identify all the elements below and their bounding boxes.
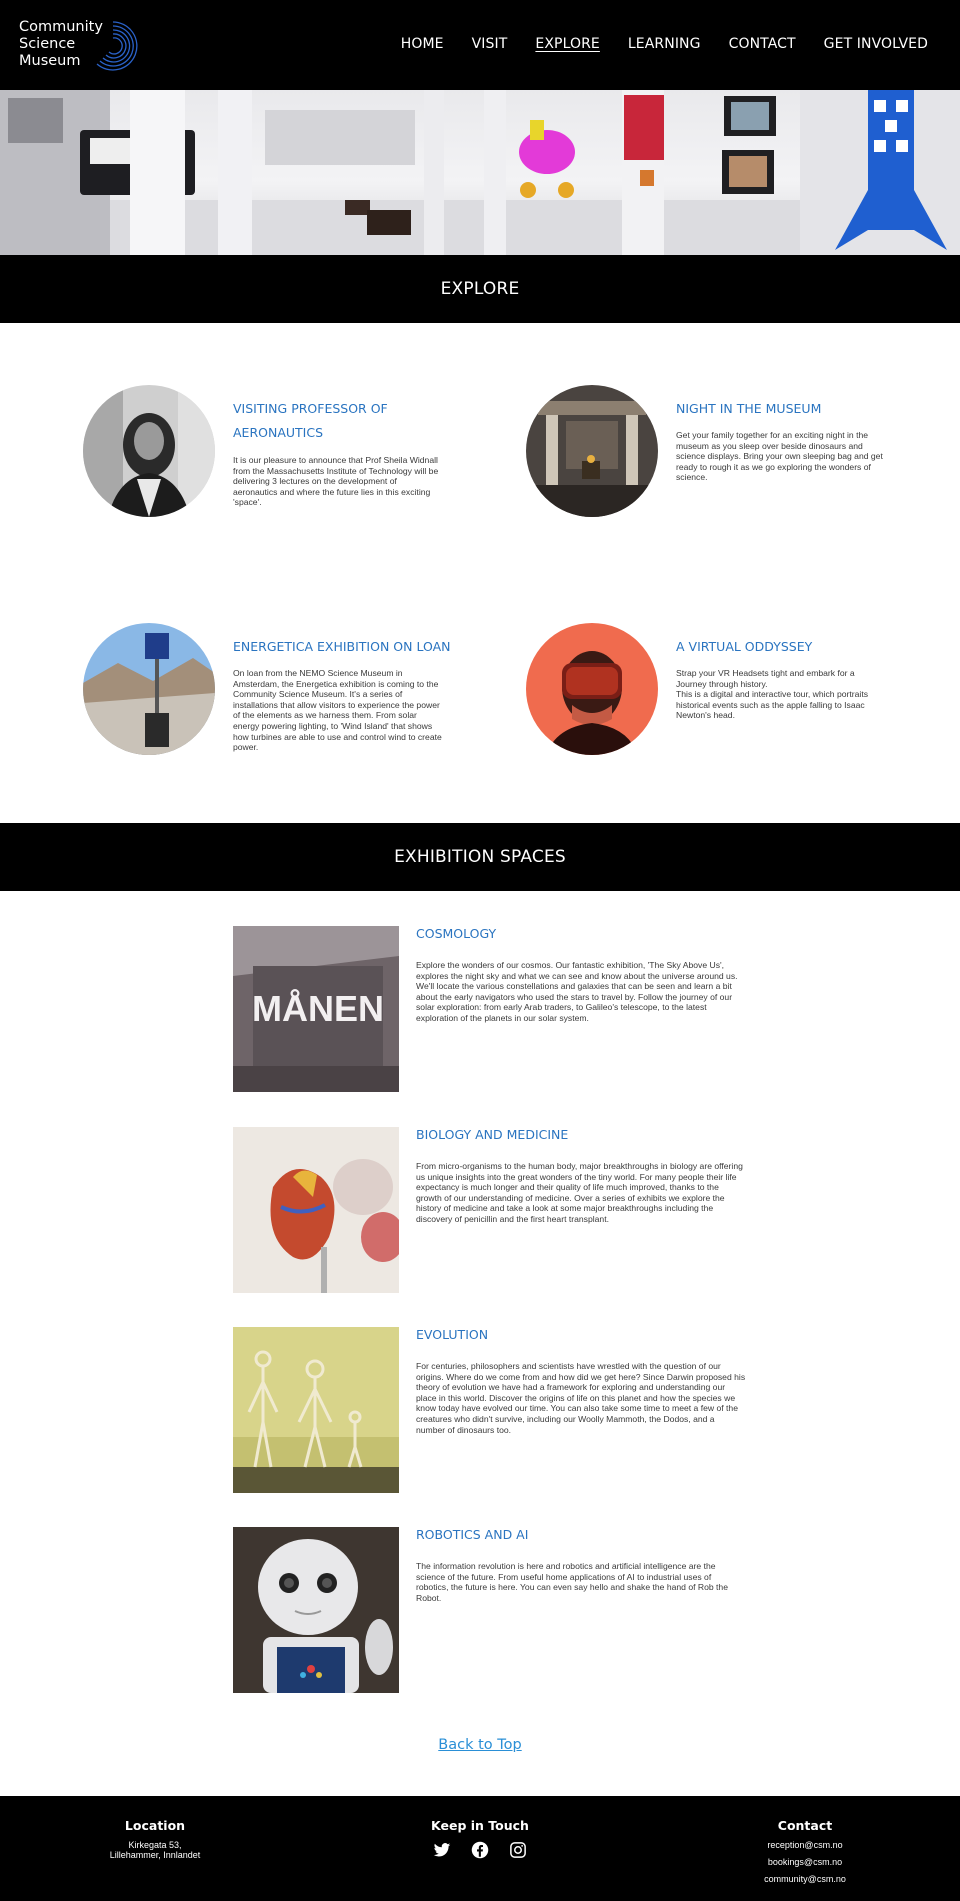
email-community-link[interactable]: community@csm.no bbox=[730, 1874, 880, 1884]
address-line-1: Kirkegata 53, bbox=[128, 1840, 182, 1850]
footer-contact: Contact reception@csm.no bookings@csm.no… bbox=[730, 1818, 880, 1884]
exhibit-cosmology[interactable]: MÅNEN COSMOLOGY Explore the wonders of o… bbox=[233, 926, 753, 1092]
event-card-virtual-odyssey[interactable]: A VIRTUAL ODDYSSEY Strap your VR Headset… bbox=[526, 623, 926, 763]
manen-sign-text: MÅNEN bbox=[252, 988, 384, 1029]
footer-location: Location Kirkegata 53, Lillehammer, Innl… bbox=[80, 1818, 230, 1860]
keep-in-touch-heading: Keep in Touch bbox=[431, 1818, 529, 1833]
hero-banner-image bbox=[0, 90, 960, 255]
exhibit-title[interactable]: BIOLOGY AND MEDICINE bbox=[416, 1127, 568, 1142]
address-text: Kirkegata 53, Lillehammer, Innlandet bbox=[80, 1840, 230, 1860]
exhibition-spaces-heading: EXHIBITION SPACES bbox=[394, 847, 566, 867]
address-line-2: Lillehammer, Innlandet bbox=[109, 1850, 201, 1860]
exhibit-title[interactable]: COSMOLOGY bbox=[416, 926, 496, 941]
event-title[interactable]: ENERGETICA EXHIBITION ON LOAN bbox=[233, 635, 453, 659]
event-title[interactable]: NIGHT IN THE MUSEUM bbox=[676, 397, 896, 421]
exhibition-spaces-header: EXHIBITION SPACES bbox=[0, 823, 960, 891]
exhibit-robotics-ai[interactable]: ROBOTICS AND AI The information revoluti… bbox=[233, 1527, 753, 1693]
event-description: Strap your VR Headsets tight and embark … bbox=[676, 668, 869, 721]
nav-home[interactable]: HOME bbox=[401, 36, 444, 52]
exhibit-title[interactable]: EVOLUTION bbox=[416, 1327, 488, 1342]
explore-heading: EXPLORE bbox=[440, 279, 520, 299]
solar-panel-image bbox=[83, 623, 215, 755]
skeletons-image bbox=[233, 1327, 399, 1493]
exhibit-description: For centuries, philosophers and scientis… bbox=[416, 1361, 746, 1435]
heart-model-image bbox=[233, 1127, 399, 1293]
museum-hall-image bbox=[526, 385, 658, 517]
nav-visit[interactable]: VISIT bbox=[472, 36, 508, 52]
footer-keep-in-touch: Keep in Touch bbox=[405, 1818, 555, 1859]
cosmology-image: MÅNEN bbox=[233, 926, 399, 1092]
event-title[interactable]: A VIRTUAL ODDYSSEY bbox=[676, 635, 896, 659]
contact-heading: Contact bbox=[777, 1818, 833, 1833]
vr-headset-image bbox=[526, 623, 658, 755]
nav-get-involved[interactable]: GET INVOLVED bbox=[824, 36, 928, 52]
site-header: Community Science Museum HOME VISIT EXPL… bbox=[0, 0, 960, 90]
exhibit-title[interactable]: ROBOTICS AND AI bbox=[416, 1527, 528, 1542]
professor-portrait-image bbox=[83, 385, 215, 517]
exhibit-description: From micro-organisms to the human body, … bbox=[416, 1161, 743, 1224]
exhibit-evolution[interactable]: EVOLUTION For centuries, philosophers an… bbox=[233, 1327, 753, 1493]
spiral-logo-icon bbox=[96, 21, 138, 71]
robot-image bbox=[233, 1527, 399, 1693]
explore-section-header: EXPLORE bbox=[0, 255, 960, 323]
site-footer: Location Kirkegata 53, Lillehammer, Innl… bbox=[0, 1796, 960, 1901]
location-heading: Location bbox=[124, 1818, 186, 1833]
back-to-top-container: Back to Top bbox=[0, 1736, 960, 1754]
event-card-aeronautics[interactable]: VISITING PROFESSOR OF AERONAUTICS It is … bbox=[83, 385, 483, 525]
museum-logo[interactable]: Community Science Museum bbox=[19, 18, 138, 74]
facebook-icon[interactable] bbox=[471, 1841, 489, 1859]
twitter-icon[interactable] bbox=[433, 1841, 451, 1859]
exhibit-description: Explore the wonders of our cosmos. Our f… bbox=[416, 960, 738, 1023]
exhibit-biology-medicine[interactable]: BIOLOGY AND MEDICINE From micro-organism… bbox=[233, 1127, 753, 1293]
event-card-night-museum[interactable]: NIGHT IN THE MUSEUM Get your family toge… bbox=[526, 385, 926, 525]
nav-contact[interactable]: CONTACT bbox=[729, 36, 796, 52]
event-description: On loan from the NEMO Science Museum in … bbox=[233, 668, 442, 753]
instagram-icon[interactable] bbox=[509, 1841, 527, 1859]
event-title[interactable]: VISITING PROFESSOR OF AERONAUTICS bbox=[233, 397, 453, 445]
back-to-top-link[interactable]: Back to Top bbox=[438, 1737, 521, 1753]
nav-learning[interactable]: LEARNING bbox=[628, 36, 701, 52]
event-card-energetica[interactable]: ENERGETICA EXHIBITION ON LOAN On loan fr… bbox=[83, 623, 483, 763]
event-description: It is our pleasure to announce that Prof… bbox=[233, 455, 439, 508]
event-description: Get your family together for an exciting… bbox=[676, 430, 883, 483]
exhibit-description: The information revolution is here and r… bbox=[416, 1561, 728, 1603]
email-bookings-link[interactable]: bookings@csm.no bbox=[730, 1857, 880, 1867]
email-reception-link[interactable]: reception@csm.no bbox=[730, 1840, 880, 1850]
main-nav: HOME VISIT EXPLORE LEARNING CONTACT GET … bbox=[373, 36, 928, 52]
nav-explore[interactable]: EXPLORE bbox=[535, 36, 599, 52]
